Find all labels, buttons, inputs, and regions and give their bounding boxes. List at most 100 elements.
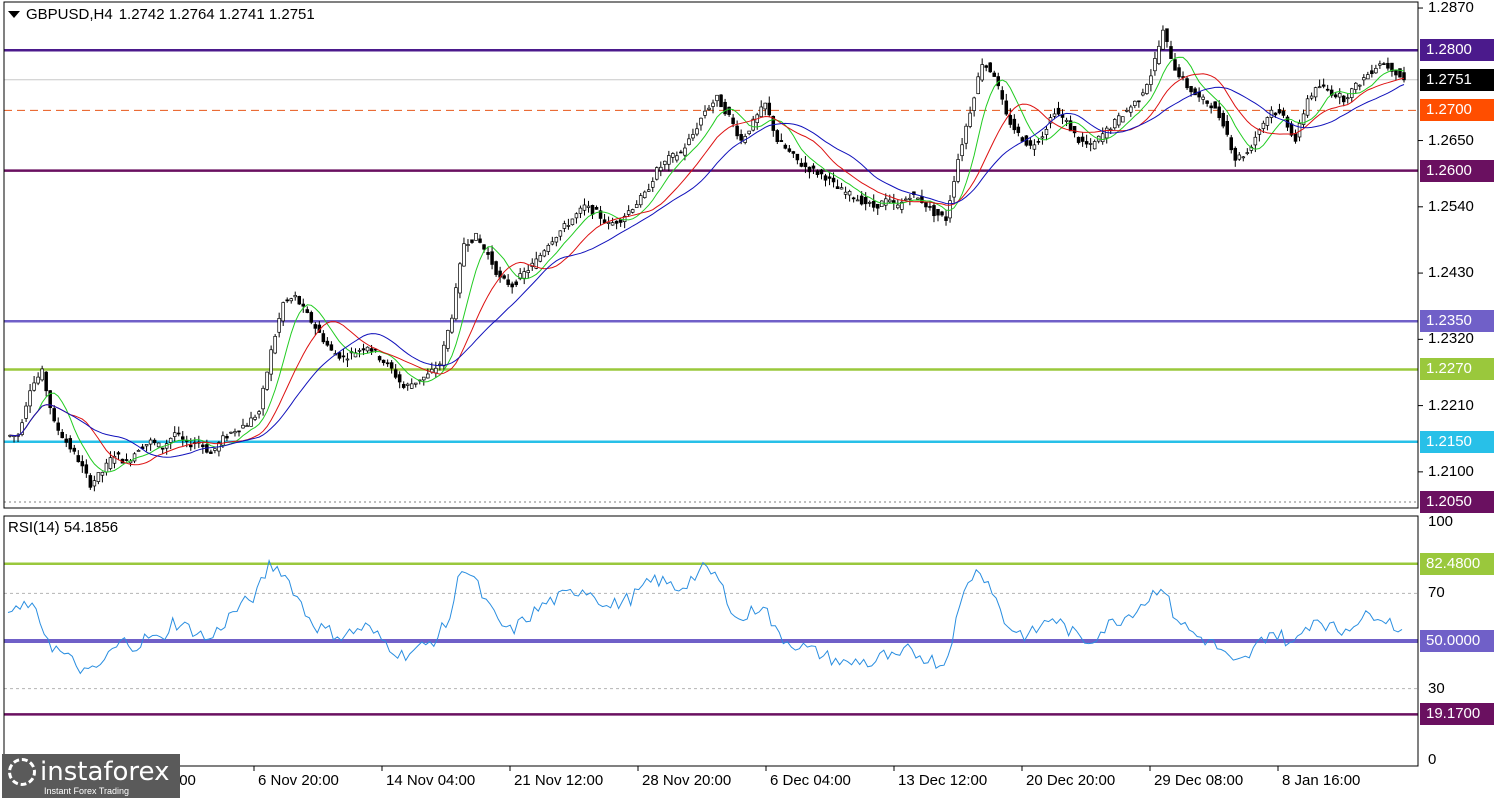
price-pane-frame: [3, 1, 1419, 509]
candle-body: [1362, 77, 1366, 81]
candle: [277, 312, 281, 338]
candle-body: [209, 451, 213, 454]
candle: [908, 194, 912, 206]
candle: [1117, 112, 1121, 128]
candle-body: [321, 333, 326, 343]
candle: [1233, 146, 1238, 167]
candle: [811, 163, 816, 175]
candle: [646, 183, 651, 192]
candle: [498, 266, 502, 283]
candle: [924, 201, 928, 212]
candle-body: [904, 198, 908, 201]
candle: [237, 430, 241, 437]
candle-body: [1133, 100, 1137, 106]
candle-body: [277, 318, 281, 333]
candle: [1241, 156, 1246, 162]
candle-body: [1217, 106, 1221, 119]
candle-body: [72, 447, 77, 452]
price-pane[interactable]: [4, 25, 1418, 503]
candle-body: [305, 309, 310, 313]
candle: [1133, 100, 1137, 109]
candle-body: [393, 369, 398, 378]
candle-body: [289, 298, 293, 302]
candle: [875, 203, 880, 215]
candle-body: [630, 209, 635, 213]
candle: [638, 192, 643, 208]
candle-body: [783, 144, 788, 149]
triangle-down-icon[interactable]: [8, 11, 20, 18]
rsi-pane[interactable]: [4, 558, 1418, 716]
candle: [1325, 84, 1330, 92]
candle-body: [510, 283, 514, 288]
candle-body: [1056, 107, 1061, 115]
level-tag-1.2800: 1.2800: [1420, 39, 1494, 62]
candle-body: [313, 324, 318, 329]
candle: [68, 435, 73, 453]
candle: [1350, 87, 1354, 103]
candle-body: [245, 425, 249, 428]
candle-body: [80, 461, 85, 467]
candle: [566, 218, 571, 230]
candle-body: [446, 330, 450, 349]
candle: [992, 70, 996, 77]
candle-body: [1341, 95, 1346, 103]
candle-body: [1273, 112, 1278, 116]
candle-body: [1129, 106, 1133, 113]
candle-body: [28, 390, 32, 407]
candle-body: [562, 223, 567, 229]
candle: [1221, 110, 1225, 129]
candle-body: [1358, 84, 1362, 87]
candle-body: [1080, 136, 1085, 142]
candle: [1333, 92, 1338, 99]
candle: [1225, 114, 1229, 137]
candle: [1060, 109, 1065, 125]
candle-body: [100, 471, 105, 476]
candle: [1209, 102, 1213, 114]
candle-body: [1040, 136, 1045, 139]
time-axis-label: 20 Dec 20:00: [1026, 772, 1116, 789]
candle: [1341, 94, 1346, 107]
candle: [651, 177, 655, 192]
candle-body: [345, 358, 350, 361]
candle-body: [642, 191, 647, 198]
candle: [1317, 79, 1322, 89]
candle: [80, 455, 85, 473]
candle-body: [1313, 87, 1318, 98]
chart-canvas[interactable]: [0, 0, 1500, 800]
candle-body: [723, 101, 727, 115]
candle-body: [1161, 29, 1165, 50]
candle: [458, 262, 462, 299]
candle: [478, 234, 482, 244]
candle-body: [875, 203, 880, 209]
price-axis-label: 1.2650: [1428, 131, 1474, 149]
candle-body: [1084, 141, 1089, 145]
candle-body: [807, 166, 812, 173]
candle-body: [566, 225, 571, 227]
candle-body: [1382, 63, 1386, 65]
candle-body: [450, 317, 454, 333]
candle-body: [1016, 126, 1021, 133]
candle-body: [1036, 141, 1041, 143]
candle-body: [699, 117, 703, 126]
candle: [1301, 109, 1306, 129]
candle-body: [1309, 95, 1314, 99]
candle: [562, 220, 567, 233]
candle-body: [1241, 156, 1246, 159]
candle: [514, 279, 518, 287]
candle: [598, 205, 603, 226]
candle: [1121, 116, 1125, 123]
candle: [687, 133, 691, 146]
candle: [719, 94, 723, 108]
candle: [667, 150, 671, 172]
candle-body: [64, 438, 69, 443]
candle: [1165, 28, 1169, 48]
rsi-axis-label: 30: [1428, 679, 1445, 697]
candle: [393, 364, 398, 380]
candle: [293, 291, 297, 301]
candle: [759, 100, 763, 118]
candle: [462, 237, 466, 267]
candle-body: [281, 302, 285, 322]
candle-body: [1325, 88, 1330, 91]
rsi-line: [7, 558, 1403, 675]
candle-body: [787, 148, 792, 152]
